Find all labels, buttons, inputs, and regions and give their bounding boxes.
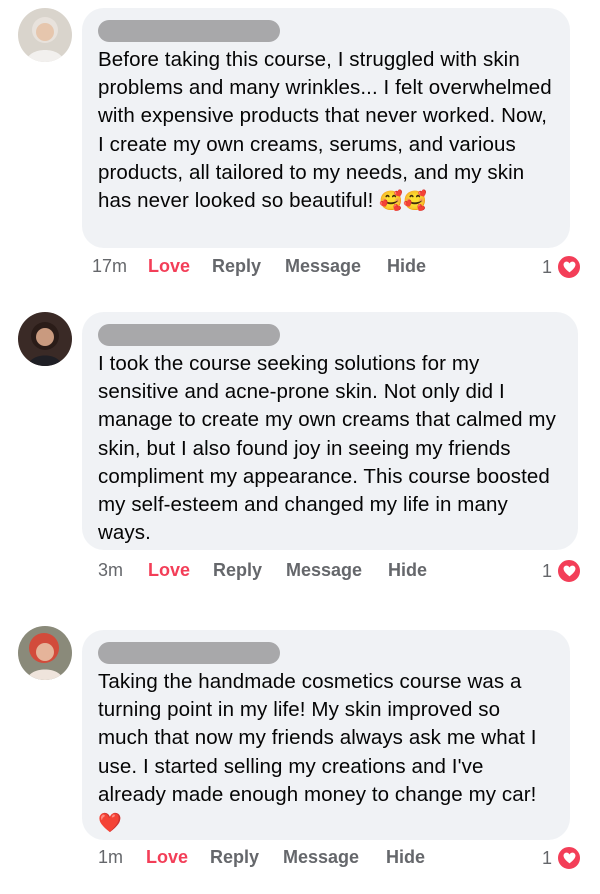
- reply-button[interactable]: Reply: [213, 560, 262, 581]
- hide-button[interactable]: Hide: [388, 560, 427, 581]
- user-avatar-icon: [18, 8, 72, 62]
- redacted-author-name: [98, 642, 280, 664]
- love-button[interactable]: Love: [148, 256, 190, 277]
- user-avatar-icon: [18, 626, 72, 680]
- red-heart-emoji: ❤️: [98, 813, 122, 835]
- comment-body: Before taking this course, I struggled w…: [98, 48, 552, 213]
- avatar[interactable]: [18, 8, 72, 62]
- comment-timestamp: 3m: [98, 560, 124, 580]
- heart-icon: [556, 254, 582, 280]
- message-button[interactable]: Message: [286, 560, 362, 581]
- reaction-count: 1: [541, 847, 552, 868]
- comment-text: Taking the handmade cosmetics course was…: [98, 668, 554, 837]
- reaction-summary[interactable]: 1: [542, 254, 582, 280]
- redacted-author-name: [98, 324, 280, 346]
- comment-body: Taking the handmade cosmetics course was…: [98, 670, 537, 806]
- heart-icon: [556, 558, 582, 584]
- comment-text: I took the course seeking solutions for …: [98, 350, 562, 547]
- comment-bubble: I took the course seeking solutions for …: [82, 312, 578, 550]
- hide-button[interactable]: Hide: [387, 256, 426, 277]
- reaction-summary[interactable]: 1: [542, 558, 582, 584]
- avatar[interactable]: [18, 312, 72, 366]
- user-avatar-icon: [18, 312, 72, 366]
- comment-timestamp: 1m: [98, 847, 124, 867]
- reply-button[interactable]: Reply: [212, 256, 261, 277]
- avatar[interactable]: [18, 626, 72, 680]
- comment-body: I took the course seeking solutions for …: [98, 352, 556, 545]
- reaction-count: 1: [541, 560, 552, 581]
- reaction-summary[interactable]: 1: [542, 845, 582, 871]
- comment-actions: 1m Love Reply Message Hide 1: [92, 845, 582, 871]
- comment-bubble: Taking the handmade cosmetics course was…: [82, 630, 570, 840]
- comment-actions: 17m Love Reply Message Hide 1: [92, 254, 582, 280]
- comment-actions: 3m Love Reply Message Hide 1: [92, 558, 582, 584]
- redacted-author-name: [98, 20, 280, 42]
- reaction-count: 1: [541, 256, 552, 277]
- love-button[interactable]: Love: [146, 847, 188, 868]
- comment-bubble: Before taking this course, I struggled w…: [82, 8, 570, 248]
- heart-icon: [556, 845, 582, 871]
- message-button[interactable]: Message: [283, 847, 359, 868]
- comment-timestamp: 17m: [92, 256, 128, 276]
- hide-button[interactable]: Hide: [386, 847, 425, 868]
- smiling-face-hearts-emoji: 🥰🥰: [379, 191, 427, 213]
- reply-button[interactable]: Reply: [210, 847, 259, 868]
- comment-text: Before taking this course, I struggled w…: [98, 46, 554, 215]
- love-button[interactable]: Love: [148, 560, 190, 581]
- message-button[interactable]: Message: [285, 256, 361, 277]
